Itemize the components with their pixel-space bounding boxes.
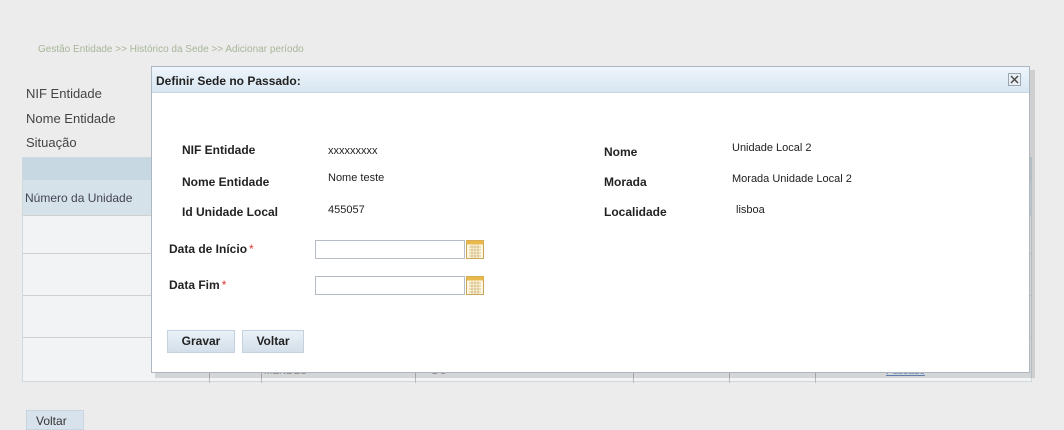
gravar-button[interactable]: Gravar [167, 330, 235, 353]
nome-entidade-value: Nome teste [328, 172, 385, 184]
data-inicio-input[interactable] [315, 240, 465, 259]
data-fim-label: Data Fim * [169, 278, 227, 292]
nome-entidade-label: Nome Entidade [182, 175, 270, 189]
dialog-title: Definir Sede no Passado: [156, 74, 301, 88]
id-unidade-local-value: 455057 [328, 204, 365, 216]
morada-value: Morada Unidade Local 2 [732, 173, 852, 185]
bg-nif-label: NIF Entidade [26, 86, 102, 101]
nome-value: Unidade Local 2 [732, 142, 812, 154]
data-inicio-label: Data de Início * [169, 242, 254, 256]
dialog-title-bar: Definir Sede no Passado: [152, 67, 1029, 93]
localidade-value: lisboa [736, 204, 765, 216]
nome-label: Nome [604, 145, 638, 159]
localidade-label: Localidade [604, 205, 667, 219]
bg-situacao-label: Situação [26, 135, 77, 150]
bg-nome-label: Nome Entidade [26, 111, 116, 126]
morada-label: Morada [604, 175, 647, 189]
nif-entidade-value: xxxxxxxxx [328, 145, 378, 157]
calendar-icon[interactable] [466, 240, 484, 259]
define-sede-dialog: Definir Sede no Passado: NIF Entidade xx… [151, 66, 1030, 373]
calendar-icon[interactable] [466, 276, 484, 295]
id-unidade-local-label: Id Unidade Local [182, 205, 279, 219]
background-voltar-button[interactable]: Voltar [26, 410, 84, 430]
breadcrumb: Gestão Entidade >> Histórico da Sede >> … [38, 44, 304, 55]
voltar-button[interactable]: Voltar [242, 330, 304, 353]
required-marker: * [221, 278, 227, 292]
data-fim-input[interactable] [315, 276, 465, 295]
close-icon[interactable] [1008, 73, 1021, 86]
column-header-numero-unidade: Número da Unidade [25, 191, 133, 205]
nif-entidade-label: NIF Entidade [182, 143, 256, 157]
required-marker: * [249, 242, 254, 256]
